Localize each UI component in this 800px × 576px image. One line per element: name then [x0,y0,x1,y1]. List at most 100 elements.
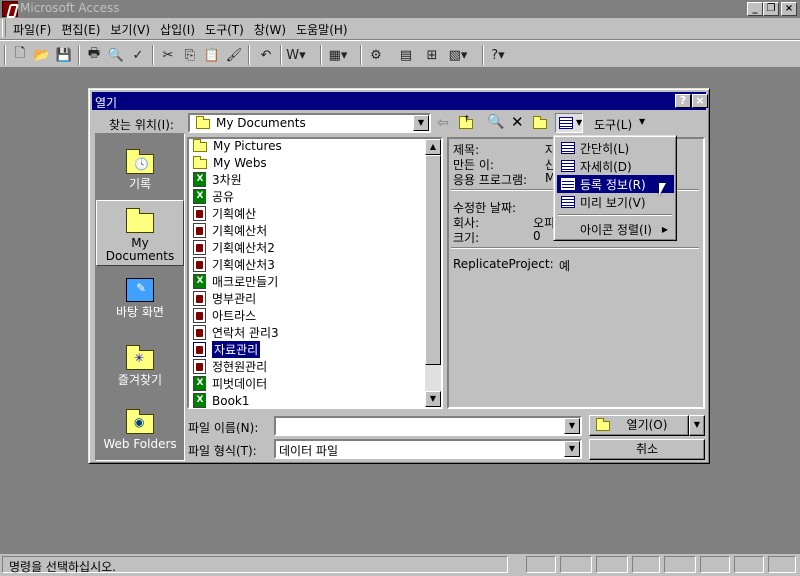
open-folder-icon [596,418,610,431]
tools-menu-label[interactable]: 도구(L) [594,116,632,133]
filetype-dropdown-arrow[interactable]: ▼ [564,441,580,457]
place-my-documents[interactable]: My Documents [96,200,184,266]
list-item[interactable]: 연락처 관리3 [193,324,279,341]
open-options-arrow[interactable]: ▼ [689,415,705,436]
dialog-close-button[interactable]: × [692,94,708,108]
place-history[interactable]: 🕓 기록 [96,148,184,191]
list-item[interactable]: My Webs [193,154,267,171]
filename-input[interactable]: ▼ [274,416,582,436]
access-app-icon[interactable] [2,1,18,17]
help-icon[interactable]: ?▾ [488,45,508,65]
close-app-button[interactable]: × [781,2,797,16]
filetype-select[interactable]: 데이터 파일 ▼ [274,439,582,459]
open-button[interactable]: 열기(O) [589,415,689,436]
copy-icon[interactable]: ⎘ [180,45,200,65]
code-icon[interactable]: ⚙ [366,45,386,65]
analyze-icon[interactable]: ▦▾ [328,45,348,65]
look-in-dropdown-arrow[interactable]: ▼ [413,115,429,131]
list-item[interactable]: 기획예산처2 [193,239,275,256]
list-item[interactable]: My Pictures [193,137,282,154]
arrange-icons-menu-item[interactable]: 아이콘 정렬(I) ▶ [557,220,674,238]
prop-size-label: 크기: [453,231,480,245]
list-item[interactable]: 정현원관리 [193,358,267,375]
save-icon[interactable]: 💾 [54,45,74,65]
app-title-bar: Microsoft Access _ ❐ × [0,0,800,18]
cancel-button[interactable]: 취소 [589,439,705,460]
restore-button[interactable]: ❐ [763,2,779,16]
access-file-icon [193,257,206,272]
menu-file[interactable]: 파일(F) [8,18,56,41]
places-bar: 🕓 기록 My Documents ✎ 바탕 화면 ✳ 즐겨찾기 ◉ Web F… [95,133,185,461]
dialog-help-button[interactable]: ? [675,94,691,108]
look-in-value: My Documents [216,116,306,130]
access-file-icon [193,240,206,255]
filename-dropdown-arrow[interactable]: ▼ [564,418,580,434]
place-web-folders[interactable]: ◉ Web Folders [96,408,184,451]
access-file-icon [193,206,206,221]
paste-icon[interactable]: 📋 [202,45,222,65]
tools-arrow-icon[interactable]: ▼ [639,117,645,126]
excel-file-icon [193,376,206,391]
minimize-button[interactable]: _ [747,2,763,16]
list-item[interactable]: 3차원 [193,171,242,188]
view-properties-menu-item[interactable]: 등록 정보(R) [557,175,674,193]
menu-window[interactable]: 창(W) [249,18,291,41]
delete-icon[interactable]: ✕ [511,113,524,131]
list-item[interactable]: 매크로만들기 [193,273,278,290]
views-button[interactable]: ▼ [555,113,583,133]
new-icon[interactable]: 🗋 [10,45,30,65]
menu-insert[interactable]: 삽입(I) [155,18,200,41]
file-list-scrollbar[interactable]: ▲ ▼ [425,139,441,407]
format-painter-icon[interactable]: 🖌 [224,45,244,65]
view-preview-menu-item[interactable]: 미리 보기(V) [557,193,674,211]
excel-file-icon [193,393,206,408]
status-panel [596,556,628,573]
relationships-icon[interactable]: ⊞ [422,45,442,65]
mouse-cursor-icon [659,183,666,196]
list-item[interactable]: 기획예산처3 [193,256,275,273]
toolbar-separator [248,45,250,65]
place-favorites[interactable]: ✳ 즐겨찾기 [96,344,184,387]
back-icon[interactable]: ⇦ [437,115,449,131]
list-item-selected[interactable]: 자료관리 [193,341,261,358]
view-details-menu-item[interactable]: 자세히(D) [557,157,674,175]
list-item[interactable]: 공유 [193,188,234,205]
print-icon[interactable]: 🖶 [84,45,104,65]
list-item[interactable]: 명부관리 [193,290,256,307]
menu-grip[interactable] [2,19,6,37]
toolbar-separator [360,45,362,65]
view-list-menu-item[interactable]: 간단히(L) [557,139,674,157]
menu-edit[interactable]: 편집(E) [56,18,105,41]
create-folder-icon[interactable] [533,115,547,130]
scroll-down-button[interactable]: ▼ [425,391,441,407]
list-item[interactable]: 기획예산처 [193,222,267,239]
print-preview-icon[interactable]: 🔍 [106,45,126,65]
new-object-icon[interactable]: ▧▾ [448,45,468,65]
toolbar-grip[interactable] [4,45,6,65]
list-item[interactable]: 기획예산 [193,205,256,222]
toolbar-separator [78,45,80,65]
details-view-icon [561,160,575,172]
look-in-label: 찾는 위치(I): [109,118,174,132]
search-web-icon[interactable]: 🔍 [487,114,504,130]
menu-view[interactable]: 보기(V) [105,18,155,41]
look-in-dropdown[interactable]: My Documents ▼ [188,113,431,133]
list-item[interactable]: 아트라스 [193,307,256,324]
office-links-icon[interactable]: W▾ [286,45,306,65]
undo-icon[interactable]: ↶ [256,45,276,65]
access-file-icon [193,223,206,238]
properties-view-icon [561,178,575,190]
spelling-icon[interactable]: ✓ [128,45,148,65]
open-icon[interactable]: 📂 [32,45,52,65]
scroll-up-button[interactable]: ▲ [425,139,441,155]
menu-tools[interactable]: 도구(T) [200,18,249,41]
properties-icon[interactable]: ▤ [396,45,416,65]
place-desktop[interactable]: ✎ 바탕 화면 [96,276,184,319]
list-item[interactable]: 피벗데이터 [193,375,267,392]
cut-icon[interactable]: ✂ [158,45,178,65]
menu-help[interactable]: 도움말(H) [291,18,353,41]
up-one-level-icon[interactable]: ↑ [459,115,475,130]
list-item[interactable]: Book1 [193,392,250,409]
open-dialog: 열기 ? × 찾는 위치(I): My Documents ▼ ⇦ ↑ 🔍 ✕ … [88,88,710,464]
scroll-thumb[interactable] [425,155,441,365]
